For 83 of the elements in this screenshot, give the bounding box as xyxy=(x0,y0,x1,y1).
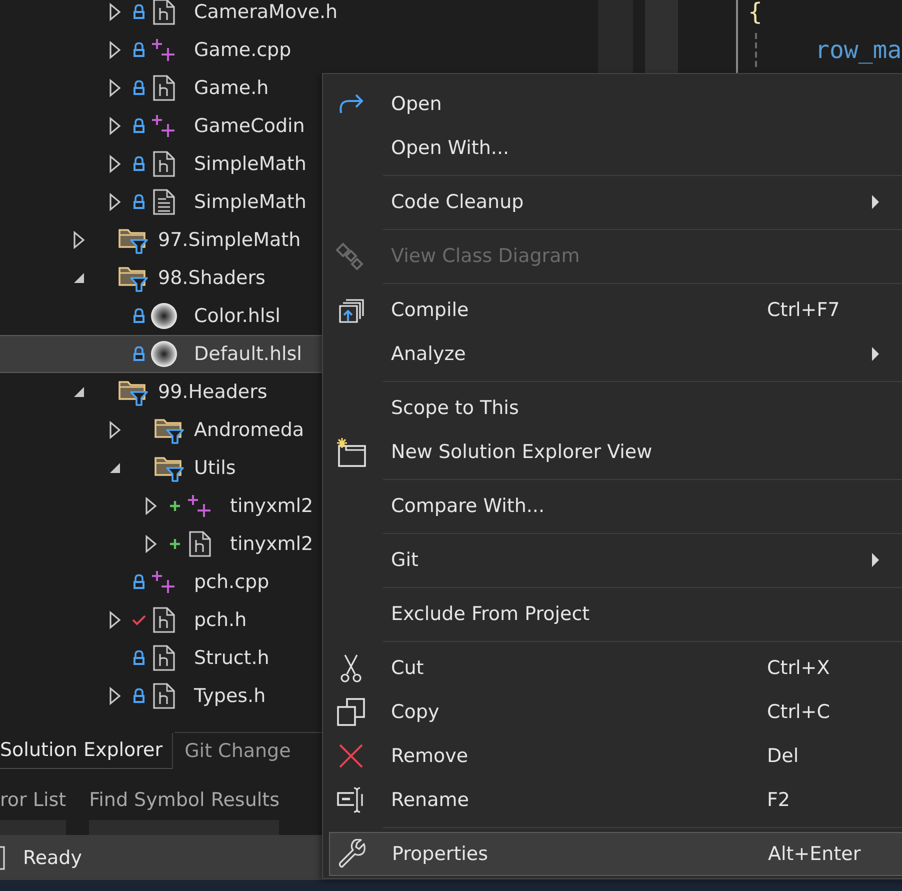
file-name: GameCodin xyxy=(194,115,305,137)
expanded-arrow-icon[interactable] xyxy=(109,462,121,474)
tree-row[interactable]: Game.cpp xyxy=(0,31,598,69)
file-name: pch.cpp xyxy=(194,571,270,593)
menu-item[interactable]: Scope to This xyxy=(329,386,902,430)
tree-row[interactable]: CameraMove.h xyxy=(0,0,598,31)
filter-folder-icon xyxy=(118,264,148,292)
menu-item[interactable]: Git xyxy=(329,538,902,582)
folder-name: 98.Shaders xyxy=(158,267,266,289)
collapsed-arrow-icon[interactable] xyxy=(109,421,121,439)
file-name: Color.hlsl xyxy=(194,305,280,327)
expanded-arrow-icon[interactable] xyxy=(73,386,85,398)
sphere-icon xyxy=(150,340,178,368)
rename-icon xyxy=(336,787,366,813)
code-text: row_ma xyxy=(815,36,902,64)
close-icon xyxy=(338,743,364,769)
menu-item[interactable]: Compare With... xyxy=(329,484,902,528)
menu-item[interactable]: Open xyxy=(329,82,902,126)
collapsed-arrow-icon[interactable] xyxy=(73,231,85,249)
header-file-icon xyxy=(188,531,212,557)
header-file-icon xyxy=(152,151,176,177)
scissors-icon xyxy=(339,653,363,683)
text-file-icon xyxy=(152,189,176,215)
menu-item[interactable]: Remove Del xyxy=(329,734,902,778)
collapsed-arrow-icon[interactable] xyxy=(109,155,121,173)
menu-item[interactable]: Compile Ctrl+F7 xyxy=(329,288,902,332)
filter-folder-icon xyxy=(154,416,184,444)
indent-guide xyxy=(755,33,757,67)
collapsed-arrow-icon[interactable] xyxy=(145,535,157,553)
menu-item[interactable]: Exclude From Project xyxy=(329,592,902,636)
collapsed-arrow-icon[interactable] xyxy=(145,497,157,515)
file-name: CameraMove.h xyxy=(194,1,338,23)
collapsed-arrow-icon[interactable] xyxy=(109,611,121,629)
menu-item[interactable]: Properties Alt+Enter xyxy=(329,832,902,876)
header-file-icon xyxy=(152,75,176,101)
file-name: Types.h xyxy=(194,685,266,707)
stacked-pages-icon xyxy=(337,296,365,324)
wrench-icon xyxy=(337,839,367,869)
collapsed-arrow-icon[interactable] xyxy=(109,117,121,135)
collapsed-arrow-icon[interactable] xyxy=(109,41,121,59)
folder-name: Andromeda xyxy=(194,419,304,441)
menu-item[interactable]: Code Cleanup xyxy=(329,180,902,224)
collapsed-arrow-icon[interactable] xyxy=(109,687,121,705)
class-diagram-icon xyxy=(336,241,366,271)
folder-name: Utils xyxy=(194,457,236,479)
menu-item[interactable]: Cut Ctrl+X xyxy=(329,646,902,690)
shortcut-text: Alt+Enter xyxy=(768,843,861,865)
shortcut-text: Ctrl+X xyxy=(767,657,830,679)
collapsed-arrow-icon[interactable] xyxy=(109,193,121,211)
header-file-icon xyxy=(152,607,176,633)
copy-icon xyxy=(336,697,366,727)
menu-item[interactable]: Open With... xyxy=(329,126,902,170)
menu-item[interactable]: New Solution Explorer View xyxy=(329,430,902,474)
new-window-icon xyxy=(335,437,367,467)
collapsed-arrow-icon[interactable] xyxy=(109,3,121,21)
collapsed-arrow-icon[interactable] xyxy=(109,79,121,97)
file-name: Default.hlsl xyxy=(194,343,302,365)
menu-item[interactable]: Rename F2 xyxy=(329,778,902,822)
file-name: Struct.h xyxy=(194,647,270,669)
menu-item[interactable]: Copy Ctrl+C xyxy=(329,690,902,734)
sphere-icon xyxy=(150,302,178,330)
shortcut-text: Del xyxy=(767,745,799,767)
panel-tab[interactable]: Solution Explorer xyxy=(0,732,176,769)
header-file-icon xyxy=(152,683,176,709)
shortcut-text: Ctrl+C xyxy=(767,701,830,723)
file-name: tinyxml2 xyxy=(230,495,314,517)
file-name: pch.h xyxy=(194,609,247,631)
file-name: Game.h xyxy=(194,77,269,99)
status-text: Ready xyxy=(23,846,82,868)
expanded-arrow-icon[interactable] xyxy=(73,272,85,284)
filter-folder-icon xyxy=(118,226,148,254)
filter-folder-icon xyxy=(118,378,148,406)
file-name: Game.cpp xyxy=(194,39,292,61)
code-brace: { xyxy=(748,0,762,26)
header-file-icon xyxy=(152,645,176,671)
file-name: tinyxml2 xyxy=(230,533,314,555)
file-name: SimpleMath xyxy=(194,191,306,213)
folder-name: 99.Headers xyxy=(158,381,268,403)
folder-name: 97.SimpleMath xyxy=(158,229,301,251)
shortcut-text: F2 xyxy=(767,789,790,811)
shortcut-text: Ctrl+F7 xyxy=(767,299,840,321)
file-name: SimpleMath xyxy=(194,153,306,175)
filter-folder-icon xyxy=(154,454,184,482)
